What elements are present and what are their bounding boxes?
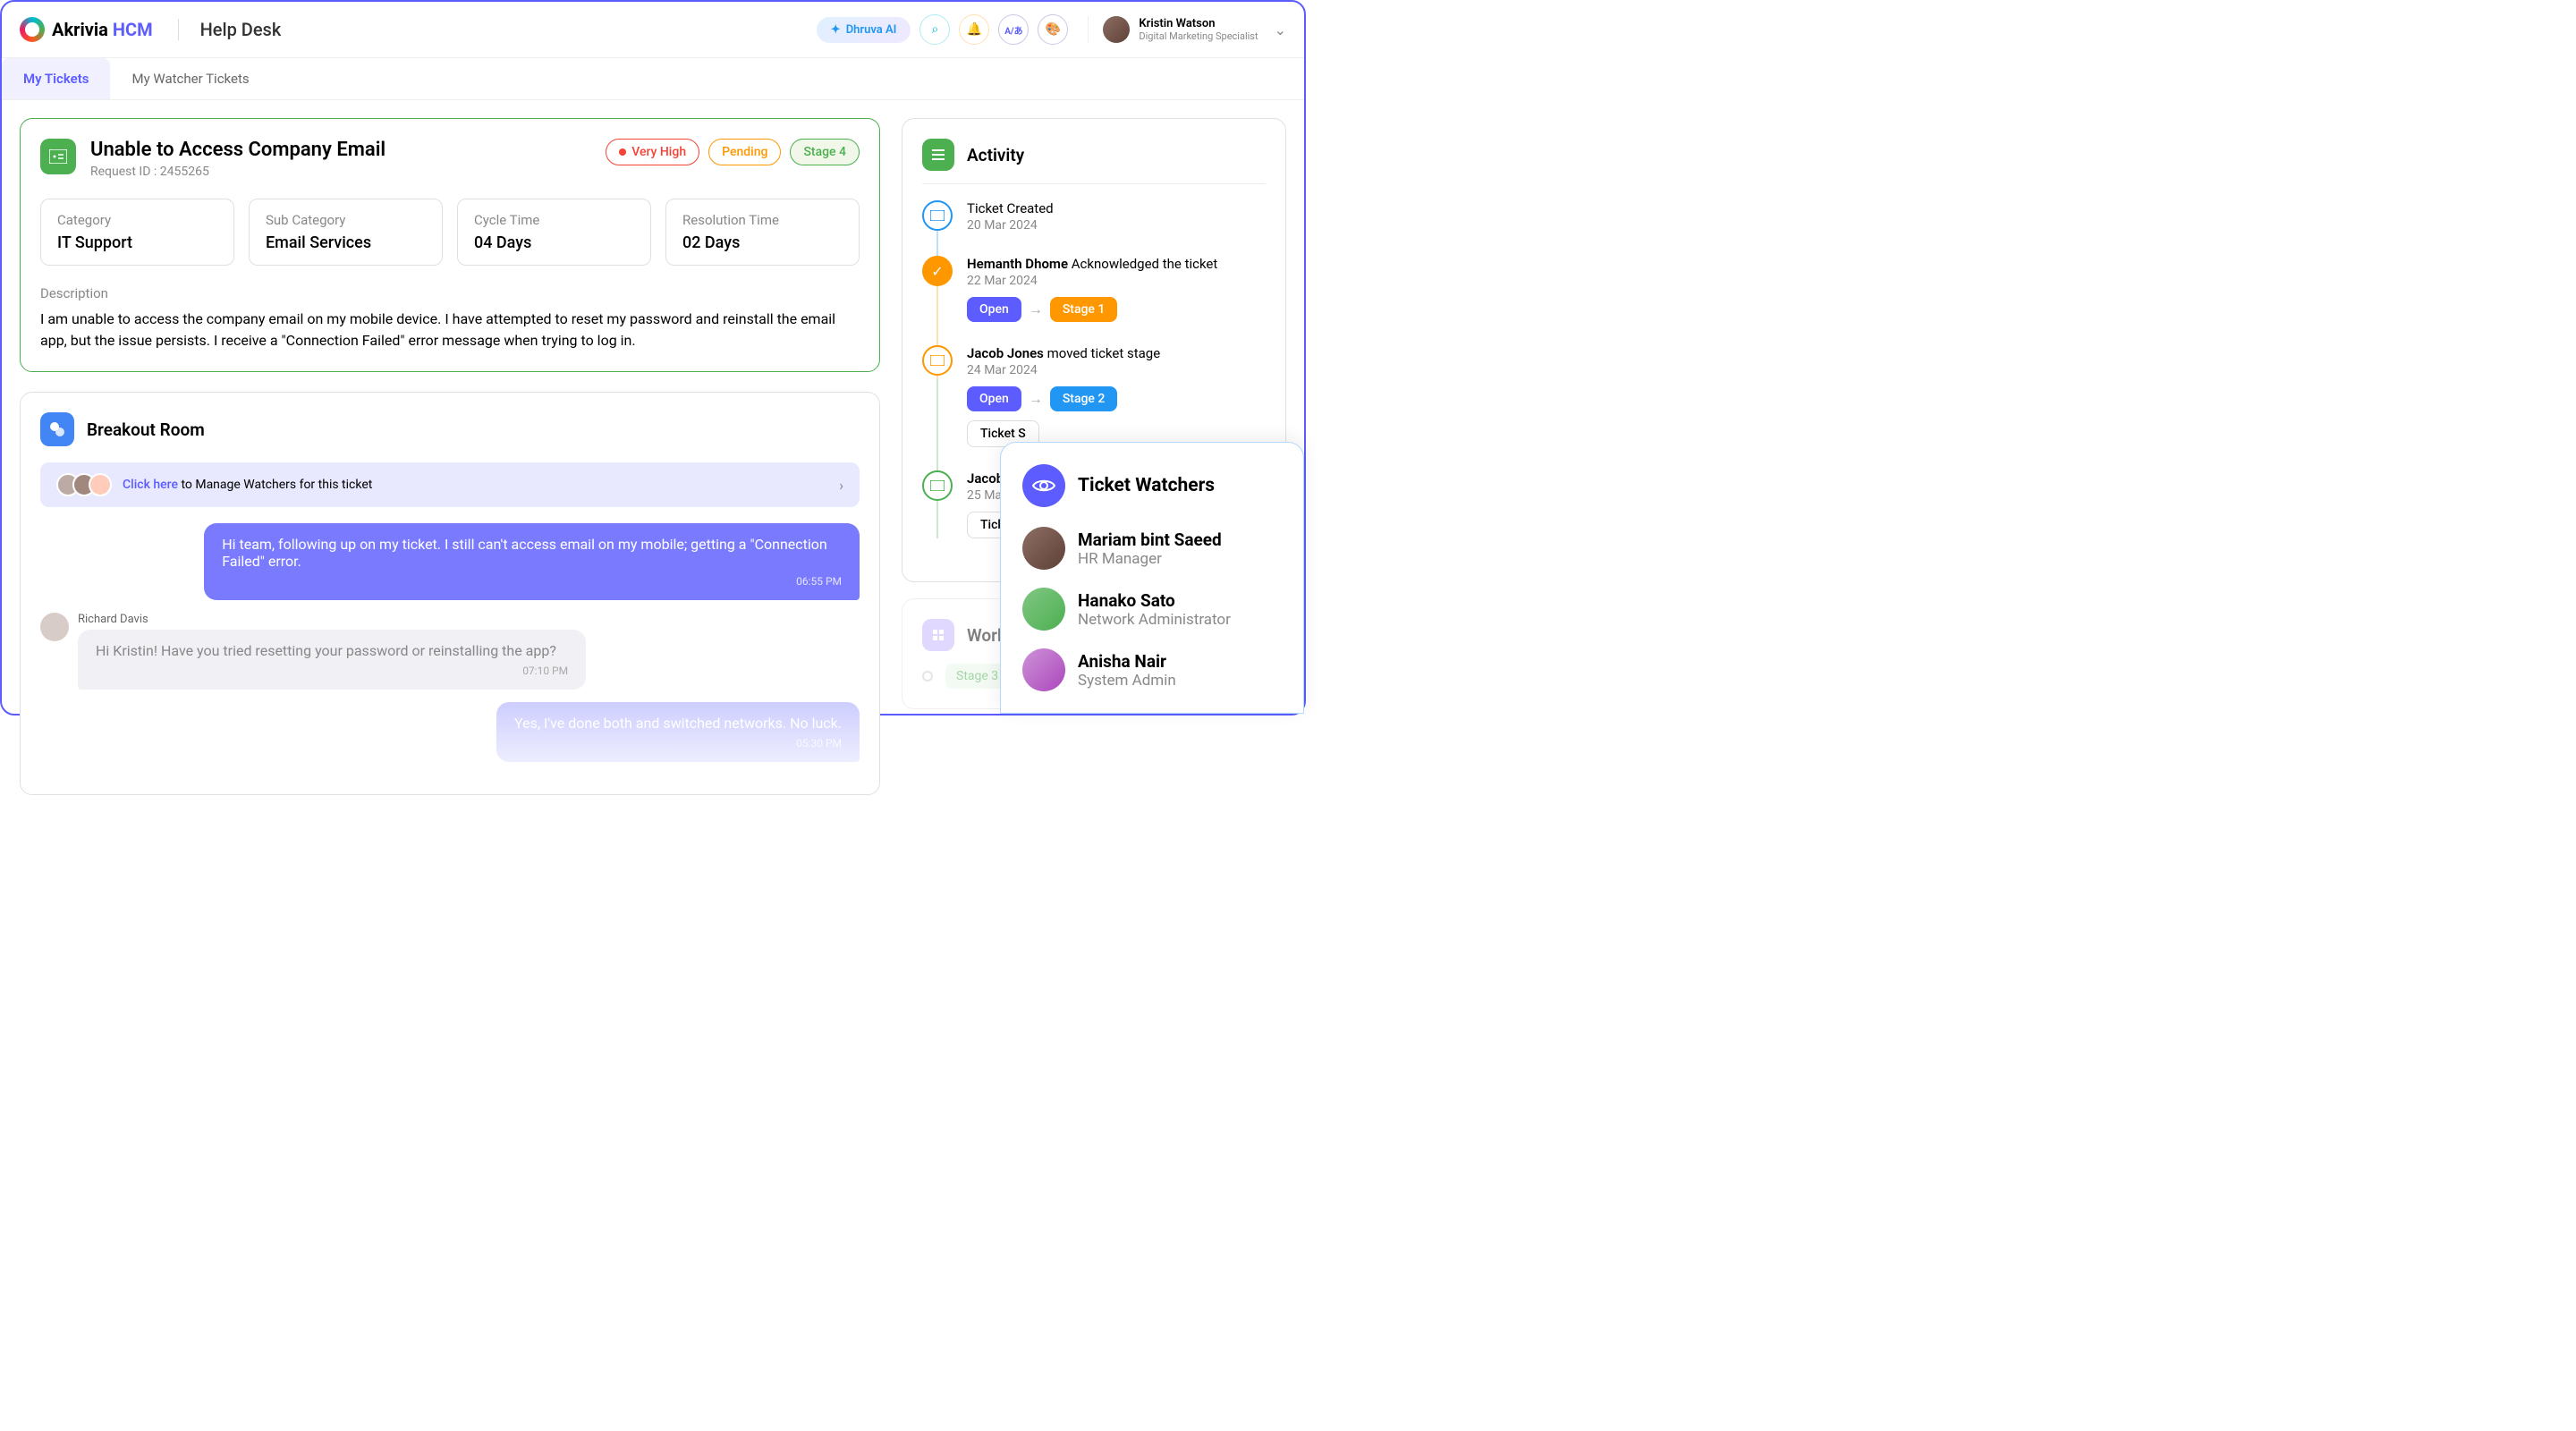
avatar bbox=[40, 613, 69, 641]
status-badge: Pending bbox=[708, 139, 781, 165]
manage-watchers-bar[interactable]: Click here to Manage Watchers for this t… bbox=[40, 462, 860, 507]
tab-my-tickets[interactable]: My Tickets bbox=[2, 58, 110, 99]
logo-icon bbox=[20, 17, 45, 42]
avatar bbox=[1022, 648, 1065, 691]
cycle-time-box: Cycle Time 04 Days bbox=[457, 199, 651, 266]
watchers-text: Click here to Manage Watchers for this t… bbox=[123, 478, 372, 492]
dhruva-ai-button[interactable]: ✦Dhruva AI bbox=[817, 17, 911, 43]
priority-badge: Very High bbox=[606, 139, 699, 165]
resolution-time-box: Resolution Time 02 Days bbox=[665, 199, 860, 266]
search-icon[interactable]: ⌕ bbox=[919, 14, 950, 45]
moved-stage-icon bbox=[922, 470, 953, 501]
logo[interactable]: Akrivia HCM bbox=[20, 17, 153, 42]
sparkle-icon: ✦ bbox=[831, 23, 841, 37]
user-menu[interactable]: Kristin Watson Digital Marketing Special… bbox=[1088, 16, 1286, 43]
chat-icon bbox=[40, 412, 74, 446]
avatar bbox=[1022, 527, 1065, 570]
activity-icon bbox=[922, 139, 954, 171]
description-text: I am unable to access the company email … bbox=[40, 309, 860, 351]
stage-badge: Stage 4 bbox=[790, 139, 860, 165]
breakout-room: Breakout Room Click here to Manage Watch… bbox=[20, 392, 880, 795]
watcher-item[interactable]: Hanako Sato Network Administrator bbox=[1022, 588, 1282, 631]
ticket-title: Unable to Access Company Email bbox=[90, 139, 386, 161]
tabs: My Tickets My Watcher Tickets bbox=[2, 58, 1304, 100]
header: Akrivia HCM Help Desk ✦Dhruva AI ⌕ 🔔 A/あ… bbox=[2, 2, 1304, 58]
timeline-item: ✓ Hemanth Dhome Acknowledged the ticket … bbox=[922, 256, 1266, 322]
breakout-title: Breakout Room bbox=[87, 419, 205, 440]
theme-icon[interactable]: 🎨 bbox=[1038, 14, 1068, 45]
arrow-right-icon: → bbox=[1029, 390, 1043, 408]
translate-icon[interactable]: A/あ bbox=[998, 14, 1029, 45]
ticket-created-icon bbox=[922, 200, 953, 231]
acknowledged-icon: ✓ bbox=[922, 256, 953, 286]
ticket-card: Unable to Access Company Email Request I… bbox=[20, 118, 880, 372]
watchers-popup-title: Ticket Watchers bbox=[1078, 475, 1215, 496]
request-id: Request ID : 2455265 bbox=[90, 165, 386, 179]
avatar bbox=[1022, 588, 1065, 631]
app-name: Help Desk bbox=[178, 19, 282, 40]
category-box: Category IT Support bbox=[40, 199, 234, 266]
chevron-right-icon: › bbox=[839, 477, 843, 494]
chat-message-me: Hi team, following up on my ticket. I st… bbox=[40, 523, 860, 600]
description-label: Description bbox=[40, 285, 860, 301]
chat-message-me: Yes, I've done both and switched network… bbox=[40, 702, 860, 762]
user-role: Digital Marketing Specialist bbox=[1139, 30, 1258, 42]
moved-stage-icon bbox=[922, 345, 953, 376]
timeline-item: Jacob Jones moved ticket stage 24 Mar 20… bbox=[922, 345, 1266, 447]
arrow-right-icon: → bbox=[1029, 301, 1043, 318]
watcher-item[interactable]: Anisha Nair System Admin bbox=[1022, 648, 1282, 691]
workflow-dot bbox=[922, 671, 933, 682]
bell-icon[interactable]: 🔔 bbox=[959, 14, 989, 45]
user-name: Kristin Watson bbox=[1139, 17, 1258, 30]
eye-icon bbox=[1022, 464, 1065, 507]
workflow-icon bbox=[922, 619, 954, 651]
avatar bbox=[1103, 16, 1130, 43]
chat-message-other: Richard Davis Hi Kristin! Have you tried… bbox=[40, 613, 860, 690]
activity-title: Activity bbox=[967, 145, 1024, 165]
ticket-icon bbox=[40, 139, 76, 174]
watcher-item[interactable]: Mariam bint Saeed HR Manager bbox=[1022, 527, 1282, 570]
timeline-item: Ticket Created 20 Mar 2024 bbox=[922, 200, 1266, 233]
avatar-stack bbox=[56, 473, 112, 496]
chevron-down-icon: ⌄ bbox=[1275, 21, 1286, 38]
subcategory-box: Sub Category Email Services bbox=[249, 199, 443, 266]
tab-watcher-tickets[interactable]: My Watcher Tickets bbox=[110, 58, 270, 99]
ticket-watchers-popup: Ticket Watchers Mariam bint Saeed HR Man… bbox=[1000, 442, 1304, 714]
logo-text: Akrivia HCM bbox=[52, 19, 153, 40]
